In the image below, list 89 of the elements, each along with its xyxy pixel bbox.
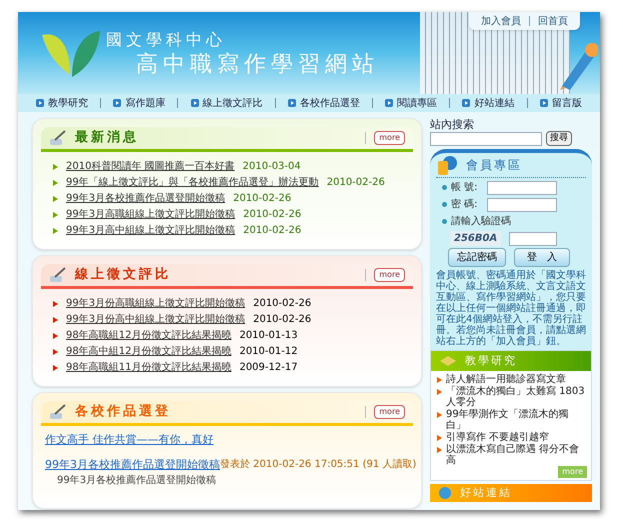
item-date: 2010-02-26 [253, 297, 312, 310]
captcha-field[interactable] [509, 232, 558, 246]
research-title: 教學研究 [465, 352, 517, 369]
post-summary: 99年3月各校推薦作品選登開始徵稿 [57, 474, 218, 488]
panel-title: 最新消息 [75, 128, 139, 148]
pen-icon [49, 130, 67, 146]
forgot-password-button[interactable]: 忘記密碼 [448, 248, 506, 267]
item-date: 2010-02-26 [326, 176, 385, 189]
arrow-icon [190, 99, 199, 107]
bullet-icon [437, 435, 442, 441]
home-link[interactable]: 回首頁 [538, 14, 568, 28]
news-link[interactable]: 98年高中組12月份徵文評比結果揭曉 [66, 345, 232, 358]
arrow-icon [113, 99, 122, 107]
join-link[interactable]: 加入會員 [481, 14, 521, 28]
research-link[interactable]: 以漂流木寫自己際遇 得分不會高 [446, 444, 585, 466]
news-link[interactable]: 98年高職組12月份徵文評比結果揭曉 [66, 329, 232, 342]
post-link[interactable]: 99年3月各校推薦作品選登開始徵稿 [45, 456, 220, 473]
member-note: 會員帳號、密碼通用於「國文學科中心、線上測驗系統、文言文語文互動區、寫作學習網站」，您只要在以上任何一個網站註冊通過，即可在此4個網站登入，不需另行註冊。若您尚未註冊會員，請點選網站右上方的「加入會員」鈕。 [436, 270, 586, 347]
bullet-icon [53, 348, 58, 354]
panel-title: 線上徵文評比 [75, 266, 171, 284]
bullet-icon [53, 316, 58, 322]
featured-link[interactable]: 作文高手 佳作共賞——有你，真好 [45, 432, 409, 448]
arrow-icon [540, 99, 548, 107]
account-field[interactable] [487, 180, 557, 194]
news-link[interactable]: 99年3月份高中組線上徵文評比開始徵稿 [66, 313, 246, 326]
password-field[interactable] [487, 198, 557, 212]
research-link[interactable]: 「漂流木的獨白」太難寫 1803人零分 [446, 386, 585, 408]
nav-link[interactable]: 留言版 [540, 96, 582, 110]
bullet-icon [53, 180, 58, 186]
research-link[interactable]: 99年學測作文「漂流木的獨白」 [446, 409, 585, 431]
more-button[interactable]: more [374, 268, 405, 282]
news-link[interactable]: 99年「線上徵文評比」與「各校推薦作品選登」辦法更動 [66, 176, 319, 189]
search-field[interactable] [430, 132, 542, 146]
nav-link[interactable]: 寫作題庫 [113, 96, 166, 110]
arrow-icon [288, 99, 296, 107]
news-link[interactable]: 2010科普閱讀年 國圖推薦一百本好書 [66, 160, 235, 173]
bullet-icon [437, 377, 442, 383]
panel-title: 各校作品選登 [75, 403, 171, 422]
more-button[interactable]: more [374, 405, 405, 419]
news-link[interactable]: 99年3月高中組線上徵文評比開始徵稿 [66, 224, 236, 237]
search-label: 站內搜索 [430, 118, 475, 131]
site-title: 高中職寫作學習網站 [136, 51, 379, 79]
nav-link[interactable]: 各校作品選登 [288, 96, 360, 110]
books-icon [439, 355, 457, 367]
pen-icon [49, 404, 67, 420]
news-link[interactable]: 98年高職組11月份徵文評比結果揭曉 [66, 361, 232, 374]
research-link[interactable]: 詩人解語一用聽診器寫文章 [446, 374, 566, 385]
search-button[interactable]: 搜尋 [546, 131, 572, 146]
bullet-icon [53, 300, 58, 306]
links-title: 好站連結 [460, 484, 512, 501]
org-name: 國文學科中心 [106, 30, 227, 50]
nav-link[interactable]: 好站連結 [462, 96, 514, 110]
item-date: 2010-02-26 [243, 208, 302, 221]
research-link[interactable]: 引導寫作 不要越引越窄 [446, 432, 550, 443]
bullet-icon [53, 212, 58, 218]
item-date: 2010-02-26 [233, 192, 292, 205]
news-link[interactable]: 99年3月各校推薦作品選登開始徵稿 [66, 192, 226, 205]
login-button[interactable]: 登 入 [514, 248, 570, 267]
field-label: 密 碼: [451, 198, 479, 212]
news-link[interactable]: 99年3月份高職組線上徵文評比開始徵稿 [66, 297, 246, 310]
bullet-icon [437, 389, 442, 395]
bullet-icon [437, 412, 442, 418]
arrow-icon [385, 99, 394, 107]
nav-link[interactable]: 閱讀專區 [385, 96, 438, 110]
item-date: 2010-01-12 [239, 345, 298, 358]
item-date: 2010-01-13 [239, 329, 298, 342]
arrow-icon [36, 99, 44, 107]
item-date: 2010-02-26 [243, 224, 302, 237]
arrow-icon [462, 99, 470, 107]
captcha-image: 256B0A [450, 231, 502, 246]
item-date: 2010-03-04 [242, 160, 301, 173]
post-meta: 發表於 2010-02-26 17:05:51 (91 人讀取) [220, 458, 416, 472]
pen-icon [49, 267, 67, 283]
item-date: 2010-02-26 [253, 313, 312, 326]
bullet-icon [53, 196, 58, 202]
item-date: 2009-12-17 [239, 361, 298, 374]
captcha-label: 請輸入驗證碼 [451, 214, 511, 229]
more-button[interactable]: more [374, 131, 405, 145]
nav-link[interactable]: 線上徵文評比 [190, 96, 263, 110]
news-link[interactable]: 99年3月高職組線上徵文評比開始徵稿 [66, 208, 236, 221]
nav-link[interactable]: 教學研究 [36, 96, 88, 110]
bullet-icon [53, 164, 58, 170]
bullet-icon [53, 364, 58, 370]
bullet-icon [53, 332, 58, 338]
pencil-icon [558, 40, 598, 90]
bullet-icon [53, 228, 58, 234]
member-title: 會員專區 [466, 157, 522, 174]
bullet-icon [437, 447, 442, 453]
field-label: 帳 號: [451, 180, 479, 195]
